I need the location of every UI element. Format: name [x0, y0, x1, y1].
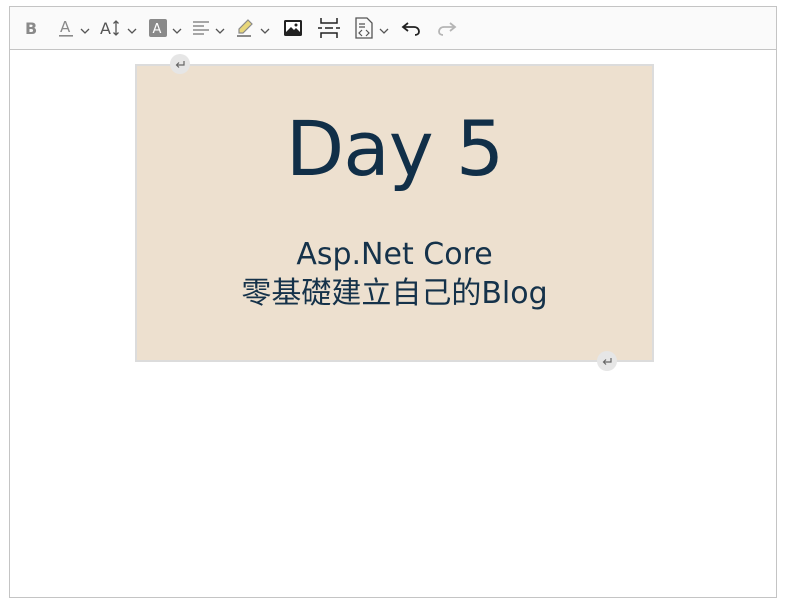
- chevron-down-icon: [127, 19, 137, 38]
- source-icon: [354, 17, 374, 39]
- page-break-button[interactable]: [316, 13, 342, 43]
- insert-paragraph-before-button[interactable]: [170, 54, 190, 74]
- font-color-dropdown-button[interactable]: [80, 13, 90, 43]
- chevron-down-icon: [172, 19, 182, 38]
- svg-text:A: A: [60, 18, 71, 36]
- align-left-icon: [192, 20, 210, 36]
- font-size-button[interactable]: A: [98, 13, 124, 43]
- highlight-icon: [235, 18, 255, 38]
- font-size-icon: A: [99, 18, 123, 38]
- inserted-image[interactable]: Day 5 Asp.Net Core 零基礎建立自己的Blog: [135, 64, 654, 362]
- image-subtitle-line-2: 零基礎建立自己的Blog: [241, 276, 548, 311]
- page-break-icon: [318, 17, 340, 39]
- return-arrow-icon: [601, 352, 613, 371]
- svg-text:B: B: [25, 19, 37, 37]
- redo-button[interactable]: [435, 13, 459, 43]
- font-background-dropdown-button[interactable]: [172, 13, 182, 43]
- highlight-dropdown-button[interactable]: [260, 13, 270, 43]
- alignment-button[interactable]: [190, 13, 212, 43]
- font-background-color-button[interactable]: A: [147, 13, 169, 43]
- undo-icon: [401, 20, 421, 36]
- chevron-down-icon: [80, 19, 90, 38]
- source-editing-dropdown-button[interactable]: [379, 13, 389, 43]
- undo-button[interactable]: [399, 13, 423, 43]
- image-title: Day 5: [285, 104, 505, 193]
- svg-text:A: A: [100, 19, 111, 38]
- chevron-down-icon: [379, 19, 389, 38]
- svg-text:A: A: [153, 22, 162, 37]
- chevron-down-icon: [260, 19, 270, 38]
- font-size-dropdown-button[interactable]: [127, 13, 137, 43]
- editor-toolbar: B A A A: [10, 7, 776, 50]
- source-editing-button[interactable]: [352, 13, 376, 43]
- redo-icon: [437, 20, 457, 36]
- highlight-button[interactable]: [233, 13, 257, 43]
- font-color-icon: A: [57, 18, 75, 38]
- insert-paragraph-after-button[interactable]: [597, 351, 617, 371]
- image-subtitle-line-1: Asp.Net Core: [296, 237, 493, 272]
- font-background-color-icon: A: [149, 19, 167, 37]
- insert-image-button[interactable]: [280, 13, 306, 43]
- alignment-dropdown-button[interactable]: [215, 13, 225, 43]
- font-color-button[interactable]: A: [55, 13, 77, 43]
- image-icon: [283, 19, 303, 37]
- bold-button[interactable]: B: [17, 13, 45, 43]
- return-arrow-icon: [174, 55, 186, 74]
- editor-content[interactable]: Day 5 Asp.Net Core 零基礎建立自己的Blog: [10, 50, 776, 597]
- bold-icon: B: [23, 19, 39, 37]
- rich-text-editor: B A A A Day 5 Asp.Net Core 零基礎建立自己的Blog: [9, 6, 777, 598]
- chevron-down-icon: [215, 19, 225, 38]
